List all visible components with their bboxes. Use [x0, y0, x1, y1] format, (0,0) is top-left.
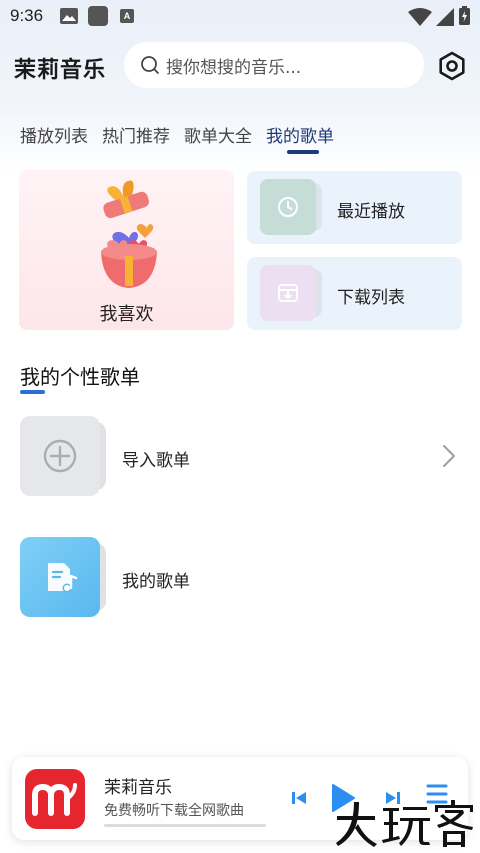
- settings-icon[interactable]: [436, 50, 468, 82]
- status-bar: 9:36 A: [0, 0, 480, 34]
- app-square-icon: [88, 6, 108, 26]
- chevron-right-icon[interactable]: [440, 444, 458, 468]
- download-thumb: [260, 265, 316, 321]
- player-title: 茉莉音乐: [104, 778, 172, 798]
- music-note-icon: [48, 563, 78, 593]
- tab-bar: 播放列表 热门推荐 歌单大全 我的歌单: [20, 122, 348, 162]
- plus-circle-icon: [43, 439, 77, 473]
- import-playlist-label: 导入歌单: [122, 451, 190, 471]
- import-thumb: [20, 416, 100, 496]
- section-title-underline: [20, 390, 45, 394]
- favorites-card[interactable]: 我喜欢: [19, 170, 234, 330]
- my-playlist-thumb: [20, 537, 100, 617]
- recent-play-card[interactable]: 最近播放: [247, 171, 462, 244]
- watermark-logo: [336, 800, 473, 847]
- skip-previous-icon[interactable]: [290, 789, 308, 807]
- a-icon: A: [120, 9, 134, 23]
- recent-play-label: 最近播放: [337, 202, 405, 222]
- active-tab-indicator: [287, 150, 319, 154]
- signal-icon: [436, 8, 454, 26]
- tab-my-playlists-label: 我的歌单: [266, 127, 334, 147]
- image-icon: [60, 8, 78, 24]
- battery-icon: [459, 6, 470, 25]
- progress-bar[interactable]: [104, 824, 266, 827]
- tab-my-playlists[interactable]: 我的歌单: [266, 122, 334, 154]
- favorites-label: 我喜欢: [99, 304, 154, 325]
- section-title: 我的个性歌单: [20, 365, 140, 389]
- download-list-card[interactable]: 下载列表: [247, 257, 462, 330]
- my-playlist-item[interactable]: 我的歌单: [0, 535, 480, 619]
- download-list-label: 下载列表: [337, 288, 405, 308]
- status-time: 9:36: [10, 6, 44, 25]
- app-logo-mark-icon: [32, 783, 77, 816]
- clock-icon: [278, 197, 298, 217]
- tab-all-playlists[interactable]: 歌单大全: [184, 122, 252, 154]
- tab-playlist[interactable]: 播放列表: [20, 122, 88, 154]
- download-icon: [278, 284, 298, 302]
- import-playlist-item[interactable]: 导入歌单: [0, 414, 480, 498]
- app-title: 茉莉音乐: [14, 58, 107, 83]
- my-playlist-label: 我的歌单: [122, 572, 190, 592]
- player-subtitle: 免费畅听下载全网歌曲: [104, 803, 244, 819]
- tab-hot[interactable]: 热门推荐: [102, 122, 170, 154]
- search-placeholder: 搜你想搜的音乐...: [166, 57, 302, 78]
- gift-hearts-icon: [101, 180, 157, 288]
- search-icon: [141, 56, 159, 74]
- recent-thumb: [260, 179, 316, 235]
- wifi-icon: [408, 8, 432, 26]
- app-logo: [25, 769, 85, 829]
- search-input[interactable]: 搜你想搜的音乐...: [124, 42, 424, 88]
